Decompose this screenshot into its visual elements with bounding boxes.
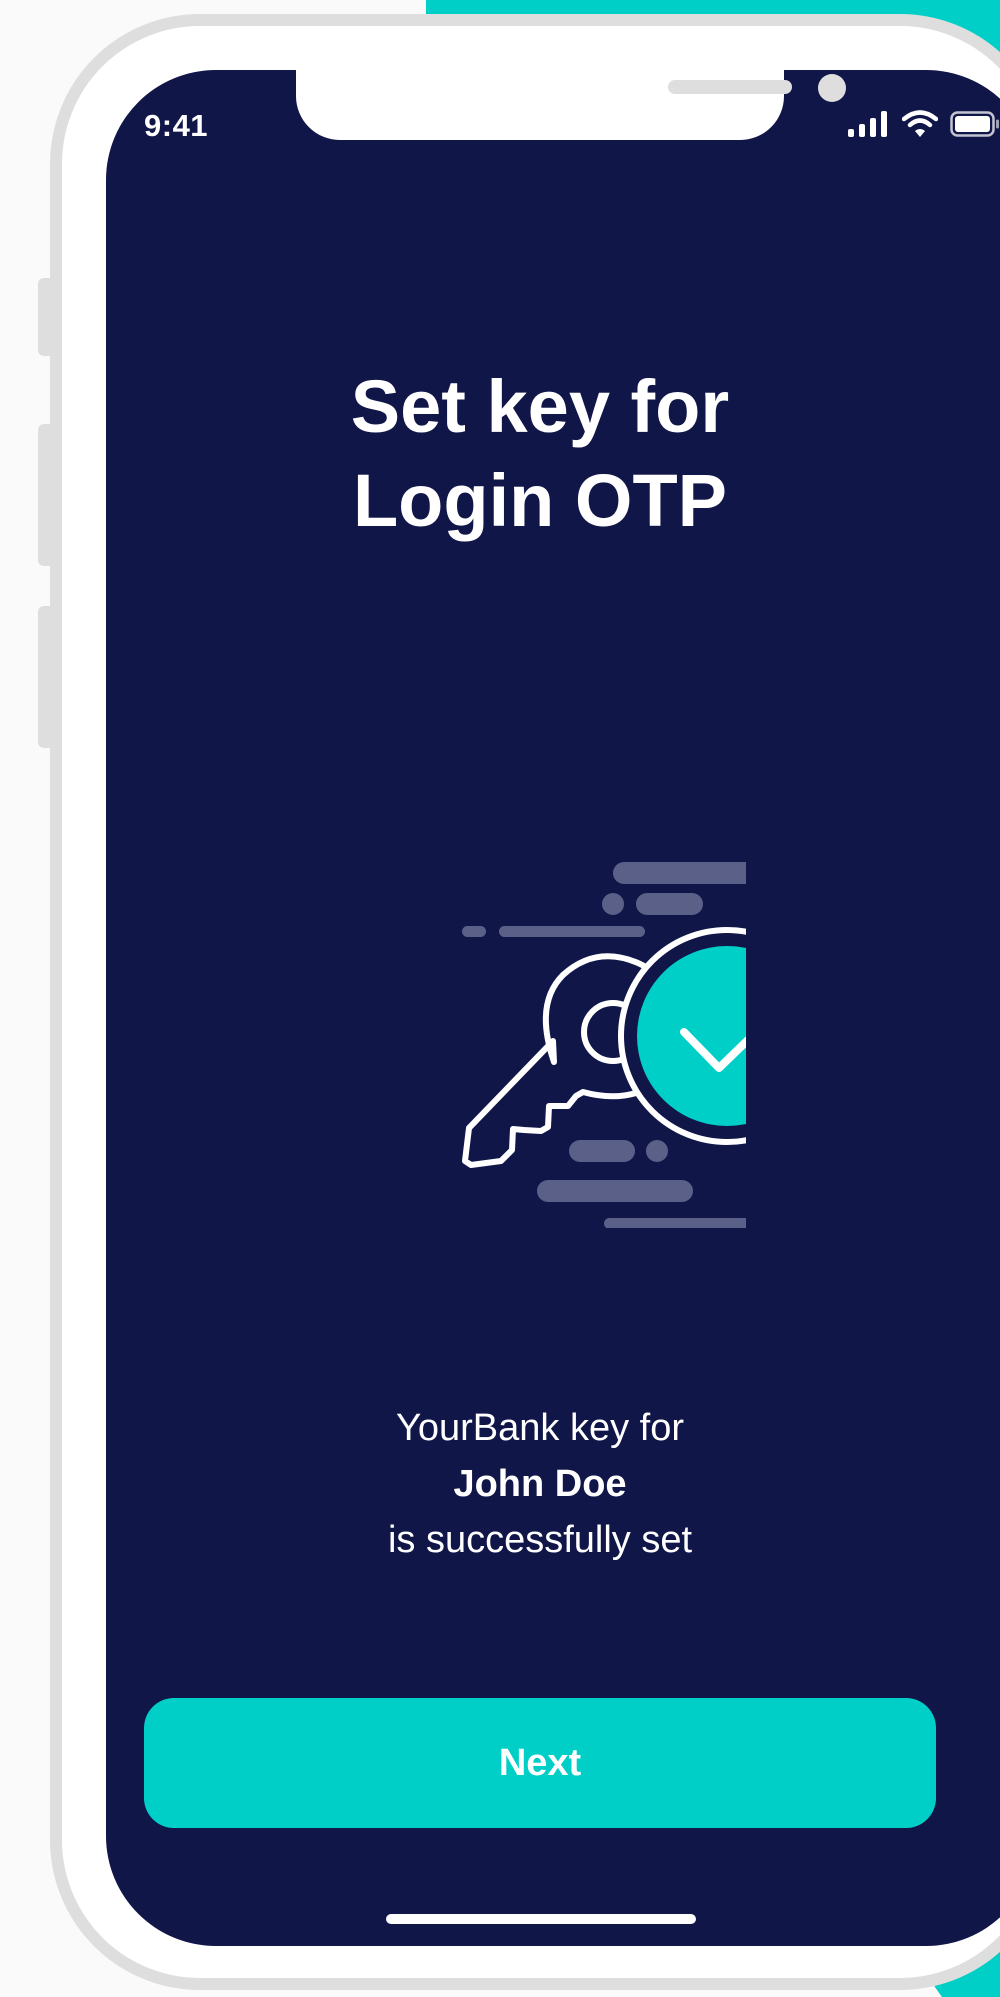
app-screen: 9:41 Set key for Login OTP YourBank key … <box>106 70 1000 1946</box>
phone-notch <box>296 70 846 140</box>
speaker-grille <box>668 80 792 94</box>
title-line-2: Login OTP <box>352 459 728 542</box>
message-line-1: YourBank key for <box>396 1407 684 1449</box>
wifi-icon <box>902 110 938 137</box>
status-bar-icons <box>848 110 1000 138</box>
success-message: YourBank key for John Doe is successfull… <box>106 1400 974 1568</box>
home-indicator[interactable] <box>386 1914 696 1924</box>
account-holder-name: John Doe <box>453 1463 627 1505</box>
battery-icon <box>950 111 999 137</box>
device-mockup-stage: 9:41 Set key for Login OTP YourBank key … <box>0 0 1000 1997</box>
title-line-1: Set key for <box>350 365 730 448</box>
cellular-signal-icon <box>848 111 887 137</box>
status-bar-time: 9:41 <box>144 108 209 143</box>
next-button[interactable]: Next <box>144 1698 936 1828</box>
front-camera <box>818 74 846 102</box>
page-title: Set key for Login OTP <box>106 360 974 548</box>
key-checkmark-icon <box>462 862 746 1228</box>
message-line-3: is successfully set <box>387 1519 693 1561</box>
